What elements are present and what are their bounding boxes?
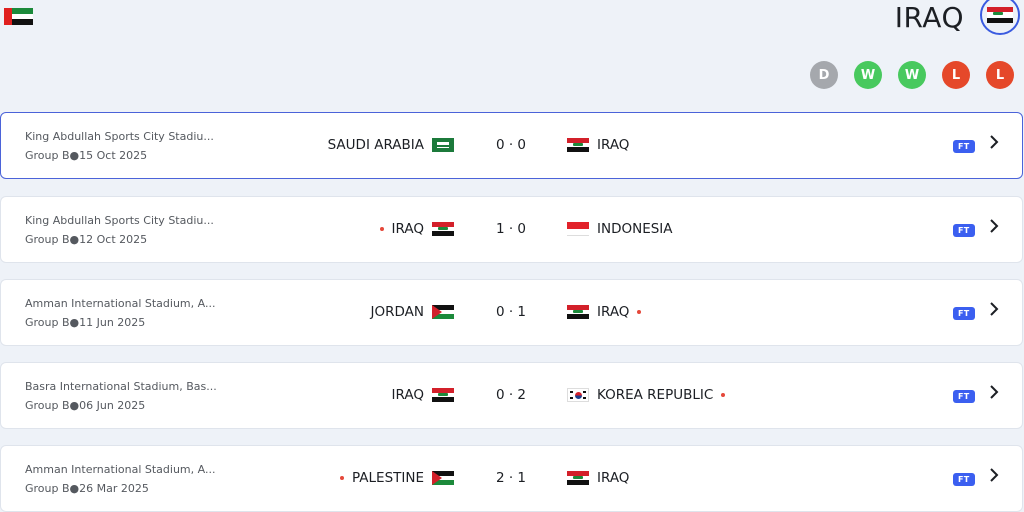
home-team-name: JORDAN <box>370 304 424 320</box>
form-result-badge: D <box>810 61 838 89</box>
red-card-icon <box>721 393 726 397</box>
iraq-flag-icon <box>567 305 589 319</box>
indo-flag-icon <box>567 222 589 236</box>
form-result-badge: W <box>854 61 882 89</box>
status-badge: FT <box>953 140 975 153</box>
chevron-right-icon[interactable] <box>988 219 1000 233</box>
match-group-date: Group B●06 Jun 2025 <box>25 399 146 412</box>
iraq-flag-icon <box>432 388 454 402</box>
korea-flag-icon <box>567 388 589 402</box>
jordan-flag-icon <box>432 305 454 319</box>
match-card[interactable]: Basra International Stadium, Bas... Grou… <box>0 362 1023 429</box>
home-team-name: IRAQ <box>391 221 424 237</box>
match-group-date: Group B●11 Jun 2025 <box>25 316 146 329</box>
uae-flag-icon[interactable] <box>4 8 33 25</box>
home-team: PALESTINE <box>340 470 454 486</box>
iraq-flag-icon <box>567 138 589 152</box>
chevron-right-icon[interactable] <box>988 302 1000 316</box>
home-team: IRAQ <box>392 387 454 403</box>
form-result-badge: W <box>898 61 926 89</box>
match-venue: Amman International Stadium, A... <box>25 463 216 476</box>
match-venue: King Abdullah Sports City Stadiu... <box>25 214 214 227</box>
match-score: 0 · 1 <box>495 304 527 320</box>
iraq-flag-icon <box>987 6 1013 24</box>
red-card-icon <box>379 227 384 231</box>
iraq-flag-icon <box>432 222 454 236</box>
home-team: JORDAN <box>371 304 454 320</box>
form-result-badge: L <box>942 61 970 89</box>
pal-flag-icon <box>432 471 454 485</box>
away-team: INDONESIA <box>567 221 673 237</box>
away-team-name: IRAQ <box>597 137 630 153</box>
away-team: IRAQ <box>567 304 642 320</box>
away-team-name: KOREA REPUBLIC <box>597 387 714 403</box>
match-card[interactable]: King Abdullah Sports City Stadiu... Grou… <box>0 112 1023 179</box>
status-badge: FT <box>953 307 975 320</box>
match-venue: Basra International Stadium, Bas... <box>25 380 217 393</box>
match-score: 2 · 1 <box>495 470 527 486</box>
home-team: IRAQ <box>379 221 454 237</box>
red-card-icon <box>340 476 344 480</box>
status-badge: FT <box>953 473 975 486</box>
match-group-date: Group B●26 Mar 2025 <box>25 482 149 495</box>
away-team-name: IRAQ <box>597 470 630 486</box>
away-team: IRAQ <box>567 137 629 153</box>
match-venue: Amman International Stadium, A... <box>25 297 216 310</box>
match-card[interactable]: Amman International Stadium, A... Group … <box>0 445 1023 512</box>
away-team: KOREA REPUBLIC <box>567 387 726 403</box>
form-result-badge: L <box>986 61 1014 89</box>
recent-form: D W W L L <box>810 61 1014 89</box>
home-team-name: PALESTINE <box>352 470 424 486</box>
match-card[interactable]: King Abdullah Sports City Stadiu... Grou… <box>0 196 1023 263</box>
home-team-name: IRAQ <box>391 387 424 403</box>
match-score: 0 · 0 <box>495 137 527 153</box>
away-team: IRAQ <box>567 470 629 486</box>
match-group-date: Group B●12 Oct 2025 <box>25 233 148 246</box>
match-score: 0 · 2 <box>495 387 527 403</box>
chevron-right-icon[interactable] <box>988 385 1000 399</box>
match-score: 1 · 0 <box>495 221 527 237</box>
home-team-name: SAUDI ARABIA <box>327 137 424 153</box>
away-team-name: INDONESIA <box>597 221 673 237</box>
team-title: IRAQ <box>894 1 964 34</box>
red-card-icon <box>637 310 642 314</box>
status-badge: FT <box>953 390 975 403</box>
match-card[interactable]: Amman International Stadium, A... Group … <box>0 279 1023 346</box>
home-team: SAUDI ARABIA <box>328 137 454 153</box>
top-bar: IRAQ <box>0 0 1024 40</box>
chevron-right-icon[interactable] <box>988 468 1000 482</box>
status-badge: FT <box>953 224 975 237</box>
match-group-date: Group B●15 Oct 2025 <box>25 149 148 162</box>
ksa-flag-icon <box>432 138 454 152</box>
chevron-right-icon[interactable] <box>988 135 1000 149</box>
away-team-name: IRAQ <box>597 304 630 320</box>
iraq-flag-icon <box>567 471 589 485</box>
match-venue: King Abdullah Sports City Stadiu... <box>25 130 214 143</box>
team-flag-badge[interactable] <box>980 0 1020 35</box>
